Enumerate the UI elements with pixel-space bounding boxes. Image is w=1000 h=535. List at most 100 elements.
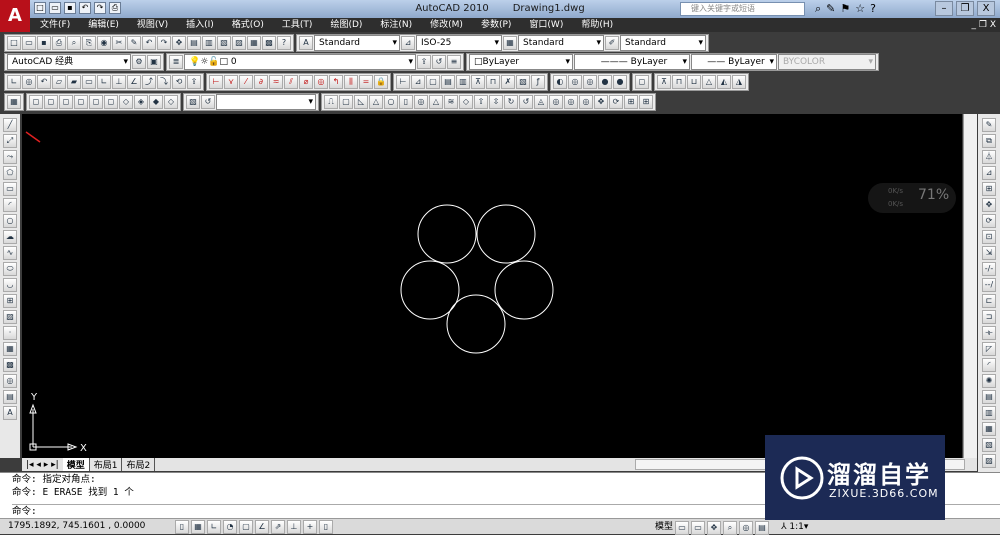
- layer-previous-icon[interactable]: ↺: [432, 54, 446, 69]
- xline-icon[interactable]: ⤢: [3, 134, 17, 148]
- locate-icon[interactable]: ▥: [456, 74, 470, 89]
- menu-item[interactable]: 工具(T): [282, 18, 313, 32]
- tab-layout1[interactable]: 布局1: [90, 458, 123, 471]
- cylinder-icon[interactable]: ▯: [399, 94, 413, 109]
- walk-icon[interactable]: ⊼: [657, 74, 671, 89]
- insert-block-icon[interactable]: ⊞: [3, 294, 17, 308]
- field-icon[interactable]: ▧: [516, 74, 530, 89]
- jogged-icon[interactable]: ⫽: [284, 74, 298, 89]
- preview-icon[interactable]: ⌕: [67, 35, 81, 50]
- realistic-icon[interactable]: ◻: [74, 94, 88, 109]
- hide-icon[interactable]: ◐: [553, 74, 567, 89]
- conceptual-icon[interactable]: ◻: [89, 94, 103, 109]
- revolve-icon[interactable]: ↺: [519, 94, 533, 109]
- lwt-icon[interactable]: +: [303, 520, 317, 534]
- text-style-select[interactable]: Standard: [314, 34, 400, 51]
- cone-icon[interactable]: △: [369, 94, 383, 109]
- d4-icon[interactable]: ▧: [982, 438, 996, 452]
- tab-model[interactable]: 模型: [62, 458, 90, 471]
- arc-icon[interactable]: ◜: [3, 198, 17, 212]
- pyramid-icon[interactable]: △: [429, 94, 443, 109]
- diameter-icon[interactable]: ⌀: [299, 74, 313, 89]
- document-window-controls[interactable]: _ ❐ X: [972, 18, 1000, 32]
- hidden-icon[interactable]: ◻: [59, 94, 73, 109]
- layer-manager-icon[interactable]: ≣: [169, 54, 183, 69]
- dim-style-select[interactable]: ISO-25: [416, 34, 502, 51]
- union-icon[interactable]: ◎: [549, 94, 563, 109]
- array-icon[interactable]: ⊞: [639, 94, 653, 109]
- dyn-icon[interactable]: ⊥: [287, 520, 301, 534]
- hatch-icon[interactable]: ▦: [3, 342, 17, 356]
- sweep-icon[interactable]: ↻: [504, 94, 518, 109]
- menu-item[interactable]: 编辑(E): [88, 18, 119, 32]
- revcloud-icon[interactable]: ☁: [3, 230, 17, 244]
- steeringwheel-icon[interactable]: ◎: [739, 520, 754, 535]
- mtext-icon[interactable]: A: [3, 406, 17, 420]
- aligned-icon[interactable]: ⋎: [224, 74, 238, 89]
- binoculars-icon[interactable]: ⌕: [815, 2, 821, 16]
- layer-state-icon[interactable]: ≡: [447, 54, 461, 69]
- explode-icon[interactable]: ✺: [982, 374, 996, 388]
- publish-icon[interactable]: ⎘: [82, 35, 96, 50]
- circle[interactable]: [494, 260, 554, 320]
- torus-icon[interactable]: ◎: [414, 94, 428, 109]
- vs2-icon[interactable]: ◈: [134, 94, 148, 109]
- point-icon[interactable]: ·: [3, 326, 17, 340]
- cube-icon[interactable]: ◎: [583, 74, 597, 89]
- manager-icon[interactable]: ◻: [104, 94, 118, 109]
- table-icon[interactable]: ▤: [3, 390, 17, 404]
- showmotion-icon[interactable]: ▤: [755, 520, 770, 535]
- loft-icon[interactable]: ◬: [534, 94, 548, 109]
- helix-icon[interactable]: ≋: [444, 94, 458, 109]
- undo-icon[interactable]: ↶: [142, 35, 156, 50]
- continue-icon[interactable]: =: [359, 74, 373, 89]
- fly-icon[interactable]: ⊓: [672, 74, 686, 89]
- menu-item[interactable]: 绘图(D): [330, 18, 362, 32]
- close-button[interactable]: X: [977, 1, 995, 16]
- pan-icon[interactable]: ✥: [172, 35, 186, 50]
- qp-icon[interactable]: ▯: [319, 520, 333, 534]
- ducs-icon[interactable]: ⇗: [271, 520, 285, 534]
- rotate-icon[interactable]: ⟳: [982, 214, 996, 228]
- rectangle-icon[interactable]: ▭: [3, 182, 17, 196]
- region-icon[interactable]: ◎: [3, 374, 17, 388]
- fillet-icon[interactable]: ◜: [982, 358, 996, 372]
- maximize-button[interactable]: ❐: [956, 1, 974, 16]
- mleader-style-select[interactable]: Standard: [620, 34, 706, 51]
- menu-item[interactable]: 参数(P): [481, 18, 511, 32]
- ucs-icon[interactable]: ∟: [7, 74, 21, 89]
- ordinate-icon[interactable]: ∂: [254, 74, 268, 89]
- chamfer-icon[interactable]: ◸: [982, 342, 996, 356]
- workspace-select[interactable]: AutoCAD 经典: [7, 53, 131, 70]
- markup-icon[interactable]: ▦: [247, 35, 261, 50]
- erase-icon[interactable]: ✎: [982, 118, 996, 132]
- linetype-select[interactable]: ——— ByLayer: [574, 53, 690, 70]
- named-view-icon[interactable]: ▧: [186, 94, 200, 109]
- delete-icon[interactable]: ✗: [501, 74, 515, 89]
- otrack-icon[interactable]: ∠: [255, 520, 269, 534]
- pan-icon[interactable]: ✥: [707, 520, 722, 535]
- wire2d-icon[interactable]: ◻: [29, 94, 43, 109]
- intersect-icon[interactable]: ◎: [579, 94, 593, 109]
- make-block-icon[interactable]: ▨: [3, 310, 17, 324]
- object-icon[interactable]: ▰: [67, 74, 81, 89]
- ortho-icon[interactable]: ∟: [207, 520, 221, 534]
- help-icon[interactable]: ?: [277, 35, 291, 50]
- sheet-set-icon[interactable]: ▨: [232, 35, 246, 50]
- polyline-icon[interactable]: ⤳: [3, 150, 17, 164]
- calculator-icon[interactable]: ▩: [262, 35, 276, 50]
- w1-icon[interactable]: △: [702, 74, 716, 89]
- zoom-icon[interactable]: ⌕: [723, 520, 738, 535]
- region-icon[interactable]: ▢: [426, 74, 440, 89]
- x-icon[interactable]: ⤴: [142, 74, 156, 89]
- model-button[interactable]: 模型: [655, 520, 673, 535]
- scale-icon[interactable]: ⊡: [982, 230, 996, 244]
- list-icon[interactable]: ▤: [441, 74, 455, 89]
- lock-icon[interactable]: 🔒: [374, 74, 388, 89]
- ellipse-arc-icon[interactable]: ◡: [3, 278, 17, 292]
- baseline-icon[interactable]: ⫼: [344, 74, 358, 89]
- 3d-dwf-icon[interactable]: ◉: [97, 35, 111, 50]
- snap-icon[interactable]: ▯: [175, 520, 189, 534]
- d3-icon[interactable]: ▦: [982, 422, 996, 436]
- layer-select[interactable]: 💡☼🔓□ 0: [184, 53, 416, 70]
